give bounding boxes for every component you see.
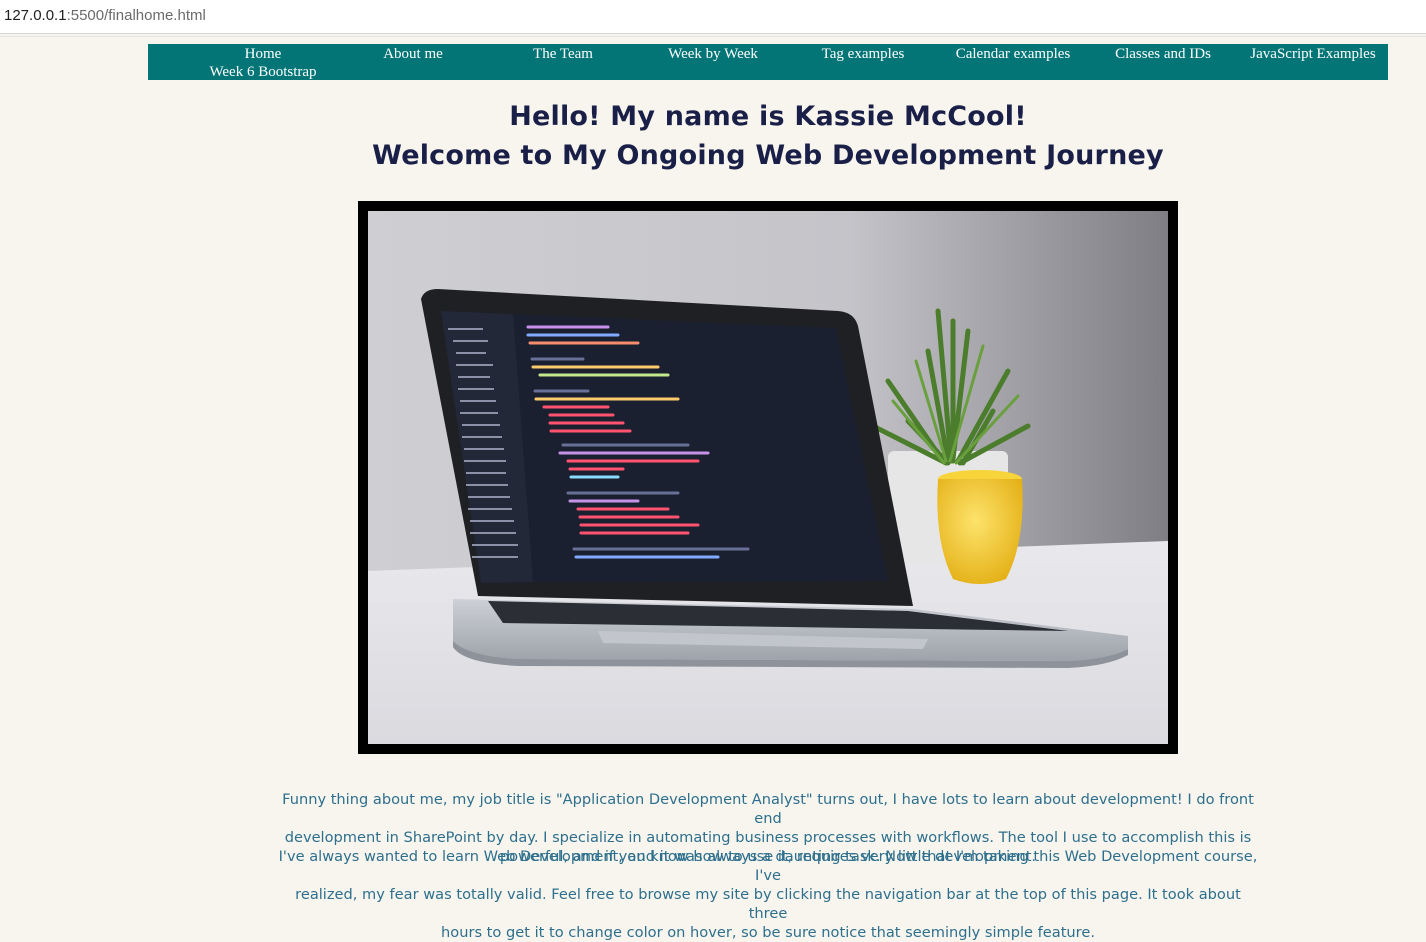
intro-paragraph-2: I've always wanted to learn Web Developm… [278,847,1258,942]
intro-p2-line-2: realized, my fear was totally valid. Fee… [295,886,1241,922]
hero-heading-line-1: Hello! My name is Kassie McCool! [509,101,1027,132]
intro-p2-line-1: I've always wanted to learn Web Developm… [278,848,1258,884]
url-text[interactable]: 127.0.0.1:5500/finalhome.html [4,7,206,24]
navigation-bar: Home About me The Team Week by Week Tag … [148,44,1388,80]
intro-p1-line-2: development in SharePoint by day. I spec… [284,829,1252,846]
hero-heading-line-2: Welcome to My Ongoing Web Development Jo… [372,140,1164,171]
nav-link-about-me[interactable]: About me [338,45,488,63]
hero-image-frame [358,201,1178,754]
nav-link-javascript-examples[interactable]: JavaScript Examples [1238,45,1388,63]
url-host: 127.0.0.1 [4,7,67,24]
browser-divider [0,36,1426,37]
nav-link-week-by-week[interactable]: Week by Week [638,45,788,63]
browser-address-bar[interactable]: 127.0.0.1:5500/finalhome.html [0,0,1426,34]
url-path: :5500/finalhome.html [66,7,206,24]
nav-link-classes-and-ids[interactable]: Classes and IDs [1088,45,1238,63]
nav-link-tag-examples[interactable]: Tag examples [788,45,938,63]
nav-link-week-6-bootstrap[interactable]: Week 6 Bootstrap [188,63,338,81]
laptop-photo [368,211,1168,744]
nav-link-home[interactable]: Home [188,45,338,63]
intro-p1-line-1: Funny thing about me, my job title is "A… [282,791,1254,827]
nav-link-calendar-examples[interactable]: Calendar examples [938,45,1088,63]
laptop-illustration [368,211,1168,744]
nav-link-the-team[interactable]: The Team [488,45,638,63]
intro-p2-line-3: hours to get it to change color on hover… [441,924,1095,941]
